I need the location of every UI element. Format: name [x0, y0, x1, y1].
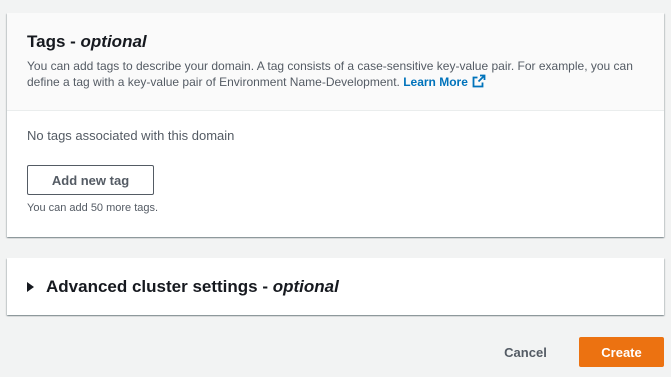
tags-title-text: Tags - — [27, 32, 81, 51]
advanced-cluster-settings-toggle[interactable]: Advanced cluster settings - optional — [7, 258, 664, 315]
add-new-tag-button[interactable]: Add new tag — [27, 165, 154, 195]
advanced-cluster-settings-title: Advanced cluster settings - optional — [46, 277, 339, 297]
tags-panel: Tags - optional You can add tags to desc… — [7, 13, 664, 237]
advanced-title-text: Advanced cluster settings - — [46, 276, 273, 296]
tags-title: Tags - optional — [27, 32, 644, 52]
no-tags-text: No tags associated with this domain — [27, 128, 235, 143]
tags-title-optional: optional — [80, 32, 147, 51]
tags-body: No tags associated with this domain Add … — [7, 111, 664, 230]
create-button[interactable]: Create — [579, 337, 664, 367]
cancel-button[interactable]: Cancel — [489, 337, 562, 367]
advanced-cluster-settings-panel: Advanced cluster settings - optional — [7, 258, 664, 315]
learn-more-link[interactable]: Learn More — [403, 74, 486, 92]
caret-right-icon — [27, 281, 34, 292]
tags-header: Tags - optional You can add tags to desc… — [7, 13, 664, 111]
tags-description: You can add tags to describe your domain… — [27, 58, 644, 92]
advanced-title-optional: optional — [272, 276, 339, 296]
tags-description-text: You can add tags to describe your domain… — [27, 59, 633, 89]
external-link-icon — [472, 74, 486, 92]
tags-remaining-hint: You can add 50 more tags. — [27, 202, 159, 214]
learn-more-label: Learn More — [403, 75, 468, 89]
